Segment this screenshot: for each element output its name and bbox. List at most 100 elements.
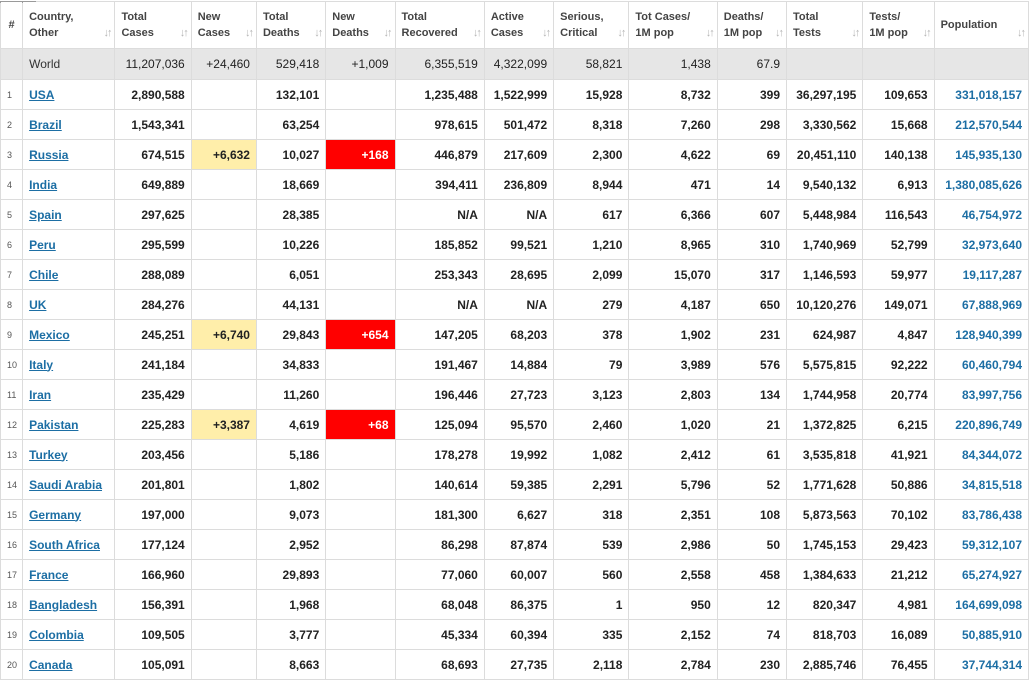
total-deaths-cell: 18,669 <box>255 169 327 200</box>
country-link[interactable]: Colombia <box>29 628 84 642</box>
country-link[interactable]: South Africa <box>29 538 100 552</box>
tests-per-million-cell: 116,543 <box>862 199 935 230</box>
total-recovered-cell: 125,094 <box>394 409 485 440</box>
country-link[interactable]: Germany <box>29 508 81 522</box>
new-deaths-cell <box>325 169 396 200</box>
header-total-cases[interactable]: Total Cases ↓↑ <box>114 1 192 49</box>
sort-arrows-icon[interactable]: ↓↑ <box>314 27 323 39</box>
header-new-deaths[interactable]: New Deaths ↓↑ <box>325 1 396 49</box>
country-cell: UK <box>22 289 116 320</box>
serious-critical-cell: 279 <box>553 289 630 320</box>
row-index: 5 <box>0 199 24 230</box>
new-cases-cell <box>190 379 257 410</box>
country-link[interactable]: Chile <box>29 268 58 282</box>
column-header-label: Total Tests <box>793 11 821 39</box>
new-deaths-cell <box>325 439 396 470</box>
country-link[interactable]: Iran <box>29 388 51 402</box>
total-cases-cell: 105,091 <box>114 649 192 680</box>
row-index: 13 <box>0 439 24 470</box>
serious-critical-cell: 2,291 <box>553 469 630 500</box>
tests-per-million-cell: 6,913 <box>862 169 935 200</box>
total-recovered-cell: 394,411 <box>394 169 485 200</box>
column-header-label: New Deaths <box>332 11 369 39</box>
header-total-recovered[interactable]: Total Recovered ↓↑ <box>394 1 485 49</box>
total-cases-cell: 297,625 <box>114 199 192 230</box>
header-serious-critical[interactable]: Serious, Critical ↓↑ <box>553 1 630 49</box>
new-cases-cell <box>190 499 257 530</box>
country-link[interactable]: Bangladesh <box>29 598 97 612</box>
header-deaths-per-million[interactable]: Deaths/ 1M pop ↓↑ <box>716 1 788 49</box>
population-cell: 32,973,640 <box>933 229 1029 260</box>
country-link[interactable]: Saudi Arabia <box>29 478 102 492</box>
new-deaths-cell <box>325 349 396 380</box>
country-cell: India <box>22 169 116 200</box>
deaths-per-million-cell: 74 <box>716 619 788 650</box>
table-row: 20 Canada 105,091 8,663 68,693 27,735 2,118 2,7… <box>0 649 1029 680</box>
sort-arrows-icon[interactable]: ↓↑ <box>1017 27 1026 39</box>
country-link[interactable]: India <box>29 178 57 192</box>
table-row: 7 Chile 288,089 6,051 253,343 28,695 2,099 15,0… <box>0 259 1029 290</box>
total-deaths-cell: 9,073 <box>255 499 327 530</box>
header-active-cases[interactable]: Active Cases ↓↑ <box>483 1 555 49</box>
country-link[interactable]: Brazil <box>29 118 62 132</box>
header-cases-per-million[interactable]: Tot Cases/ 1M pop ↓↑ <box>628 1 718 49</box>
serious-critical-cell: 2,118 <box>553 649 630 680</box>
world-cases-per-million: 1,438 <box>628 48 718 80</box>
column-header-label: Total Deaths <box>262 11 300 39</box>
serious-critical-cell: 318 <box>553 499 630 530</box>
column-header-label: Active Cases <box>490 11 524 39</box>
table-row: 12 Pakistan 225,283 +3,387 4,619 +68 125,094 95… <box>0 409 1029 440</box>
total-deaths-cell: 3,777 <box>255 619 327 650</box>
deaths-per-million-cell: 52 <box>716 469 788 500</box>
sort-arrows-icon[interactable]: ↓↑ <box>923 27 932 39</box>
country-link[interactable]: Turkey <box>29 448 67 462</box>
active-cases-cell: 99,521 <box>483 229 555 260</box>
sort-arrows-icon[interactable]: ↓↑ <box>775 27 784 39</box>
header-new-cases[interactable]: New Cases ↓↑ <box>190 1 257 49</box>
country-link[interactable]: France <box>29 568 68 582</box>
sort-arrows-icon[interactable]: ↓↑ <box>473 27 482 39</box>
sort-arrows-icon[interactable]: ↓↑ <box>180 27 189 39</box>
sort-arrows-icon[interactable]: ↓↑ <box>706 27 715 39</box>
total-deaths-cell: 10,226 <box>255 229 327 260</box>
country-link[interactable]: Russia <box>29 148 68 162</box>
total-cases-cell: 1,543,341 <box>114 109 192 140</box>
header-population[interactable]: Population ↓↑ <box>933 1 1029 49</box>
deaths-per-million-cell: 14 <box>716 169 788 200</box>
world-serious-critical: 58,821 <box>553 48 630 80</box>
country-link[interactable]: UK <box>29 298 46 312</box>
sort-arrows-icon[interactable]: ↓↑ <box>103 27 112 39</box>
tests-per-million-cell: 16,089 <box>862 619 935 650</box>
total-cases-cell: 284,276 <box>114 289 192 320</box>
sort-arrows-icon[interactable]: ↓↑ <box>851 27 860 39</box>
country-cell: Mexico <box>22 319 116 350</box>
column-header-label: Deaths/ 1M pop <box>723 11 764 39</box>
country-link[interactable]: Canada <box>29 658 72 672</box>
sort-arrows-icon[interactable]: ↓↑ <box>542 27 551 39</box>
sort-arrows-icon[interactable]: ↓↑ <box>245 27 254 39</box>
population-cell: 84,344,072 <box>933 439 1029 470</box>
sort-arrows-icon[interactable]: ↓↑ <box>617 27 626 39</box>
sort-arrows-icon[interactable]: ↓↑ <box>384 27 393 39</box>
total-recovered-cell: 86,298 <box>394 529 485 560</box>
cases-per-million-cell: 5,796 <box>628 469 718 500</box>
country-link[interactable]: Italy <box>29 358 53 372</box>
active-cases-cell: 68,203 <box>483 319 555 350</box>
header-total-deaths[interactable]: Total Deaths ↓↑ <box>255 1 327 49</box>
country-link[interactable]: USA <box>29 88 54 102</box>
column-header-label: Serious, Critical <box>560 11 604 39</box>
header-total-tests[interactable]: Total Tests ↓↑ <box>786 1 864 49</box>
total-deaths-cell: 29,893 <box>255 559 327 590</box>
country-link[interactable]: Mexico <box>29 328 70 342</box>
country-link[interactable]: Pakistan <box>29 418 78 432</box>
header-country[interactable]: Country, Other ↓↑ <box>22 1 116 49</box>
country-link[interactable]: Peru <box>29 238 56 252</box>
population-cell: 212,570,544 <box>933 109 1029 140</box>
country-link[interactable]: Spain <box>29 208 62 222</box>
new-deaths-cell <box>325 199 396 230</box>
header-tests-per-million[interactable]: Tests/ 1M pop ↓↑ <box>862 1 935 49</box>
new-deaths-cell <box>325 469 396 500</box>
table-body: World 11,207,036 +24,460 529,418 +1,009 … <box>0 48 1029 680</box>
tests-per-million-cell: 109,653 <box>862 79 935 110</box>
tests-per-million-cell: 41,921 <box>862 439 935 470</box>
